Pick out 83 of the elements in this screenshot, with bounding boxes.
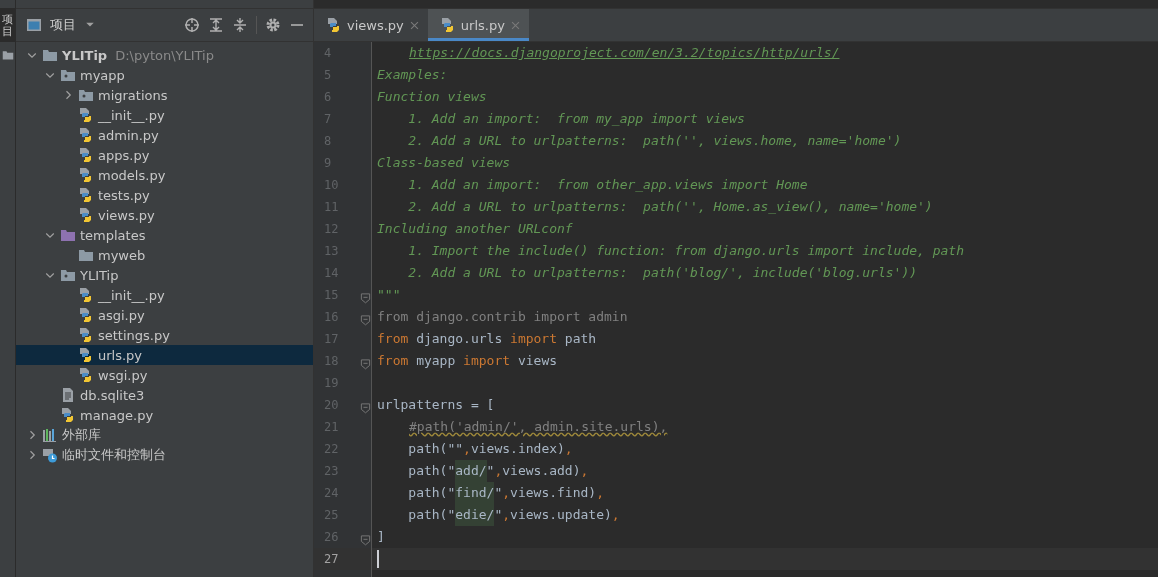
text-file-icon bbox=[60, 387, 76, 403]
tree-item[interactable]: migrations bbox=[16, 85, 313, 105]
code-line: 2. Add a URL to urlpatterns: path('', Home.as_view(), name='home') bbox=[407, 198, 934, 216]
project-path: D:\pyton\YLITip bbox=[115, 47, 214, 63]
code-line: """ bbox=[377, 286, 402, 304]
project-view-selector[interactable]: 项目 bbox=[50, 16, 76, 34]
code-line: ] bbox=[377, 528, 386, 546]
folder-icon bbox=[42, 47, 58, 63]
code-line: from django.urls import path bbox=[377, 330, 598, 348]
folder-icon bbox=[60, 227, 76, 243]
python-file-icon bbox=[78, 147, 94, 163]
settings-icon[interactable] bbox=[265, 17, 281, 33]
folder-icon bbox=[1, 49, 14, 62]
python-file-icon bbox=[78, 367, 94, 383]
python-file-icon bbox=[78, 327, 94, 343]
code-line: Function views bbox=[377, 88, 488, 106]
tree-item[interactable]: myweb bbox=[16, 245, 313, 265]
library-icon bbox=[42, 427, 58, 443]
tree-item[interactable]: YLITip D:\pyton\YLITip bbox=[16, 45, 313, 65]
python-file-icon bbox=[78, 347, 94, 363]
code-line: path("edie/",views.update), bbox=[377, 504, 1158, 526]
tree-item[interactable]: models.py bbox=[16, 165, 313, 185]
tree-item[interactable]: manage.py bbox=[16, 405, 313, 425]
fold-icon[interactable] bbox=[360, 314, 371, 326]
project-tool-tab[interactable]: 项目 bbox=[0, 8, 16, 43]
code-line: 1. Add an import: from other_app.views import Home bbox=[407, 176, 809, 194]
python-file-icon bbox=[78, 187, 94, 203]
tree-item[interactable]: YLITip bbox=[16, 265, 313, 285]
tree-item[interactable]: urls.py bbox=[16, 345, 313, 365]
code-line: Including another URLconf bbox=[377, 220, 574, 238]
fold-icon[interactable] bbox=[360, 292, 371, 304]
fold-icon[interactable] bbox=[360, 358, 371, 370]
window-icon[interactable] bbox=[26, 17, 42, 33]
code-line: Examples: bbox=[377, 66, 449, 84]
code-line: 2. Add a URL to urlpatterns: path('', views.home, name='home') bbox=[407, 132, 903, 150]
code-line: https://docs.djangoproject.com/en/3.2/topics/http/urls/ bbox=[408, 44, 841, 62]
python-file-icon bbox=[439, 17, 456, 33]
expand-all-icon[interactable] bbox=[208, 17, 224, 33]
python-file-icon bbox=[78, 307, 94, 323]
tree-item[interactable]: 临时文件和控制台 bbox=[16, 445, 313, 465]
python-file-icon bbox=[78, 127, 94, 143]
module-folder-icon bbox=[60, 267, 76, 283]
code-line: from myapp import views bbox=[377, 352, 559, 370]
code-line: urlpatterns = [ bbox=[377, 396, 496, 414]
code-line: #path('admin/', admin.site.urls), bbox=[408, 418, 669, 436]
code-line: path("add/",views.add), bbox=[377, 460, 1158, 482]
fold-icon[interactable] bbox=[360, 534, 371, 546]
code-line: 1. Import the include() function: from django.urls import include, path bbox=[407, 242, 965, 260]
collapse-all-icon[interactable] bbox=[232, 17, 248, 33]
python-file-icon bbox=[78, 167, 94, 183]
code-line: path("find/",views.find), bbox=[377, 482, 1158, 504]
module-folder-icon bbox=[60, 67, 76, 83]
tree-item[interactable]: asgi.py bbox=[16, 305, 313, 325]
code-line: 1. Add an import: from my_app import views bbox=[407, 110, 746, 128]
tree-item[interactable]: db.sqlite3 bbox=[16, 385, 313, 405]
fold-icon[interactable] bbox=[360, 402, 371, 414]
editor-tab[interactable]: urls.py bbox=[427, 9, 529, 41]
tree-item[interactable]: wsgi.py bbox=[16, 365, 313, 385]
tree-item[interactable]: tests.py bbox=[16, 185, 313, 205]
python-file-icon bbox=[326, 17, 342, 33]
python-file-icon bbox=[78, 107, 94, 123]
python-file-icon bbox=[78, 207, 94, 223]
tree-item[interactable]: admin.py bbox=[16, 125, 313, 145]
tree-item[interactable]: 外部库 bbox=[16, 425, 313, 445]
tree-item[interactable]: settings.py bbox=[16, 325, 313, 345]
tree-item[interactable]: apps.py bbox=[16, 145, 313, 165]
editor-tab[interactable]: views.py bbox=[314, 9, 428, 41]
folder-icon bbox=[78, 247, 94, 263]
tree-item[interactable]: __init__.py bbox=[16, 105, 313, 125]
code-line: path("",views.index), bbox=[407, 440, 574, 458]
locate-icon[interactable] bbox=[184, 17, 200, 33]
code-line: Class-based views bbox=[377, 154, 512, 172]
tree-item[interactable]: views.py bbox=[16, 205, 313, 225]
tree-item[interactable]: templates bbox=[16, 225, 313, 245]
python-file-icon bbox=[78, 287, 94, 303]
close-icon[interactable] bbox=[408, 19, 420, 31]
module-folder-icon bbox=[78, 87, 94, 103]
tree-item[interactable]: myapp bbox=[16, 65, 313, 85]
tree-item[interactable]: __init__.py bbox=[16, 285, 313, 305]
python-file-icon bbox=[60, 407, 76, 423]
scratch-console-icon bbox=[42, 447, 58, 463]
code-line: from django.contrib import admin bbox=[377, 308, 629, 326]
code-line: 2. Add a URL to urlpatterns: path('blog/', include('blog.urls')) bbox=[407, 264, 919, 282]
